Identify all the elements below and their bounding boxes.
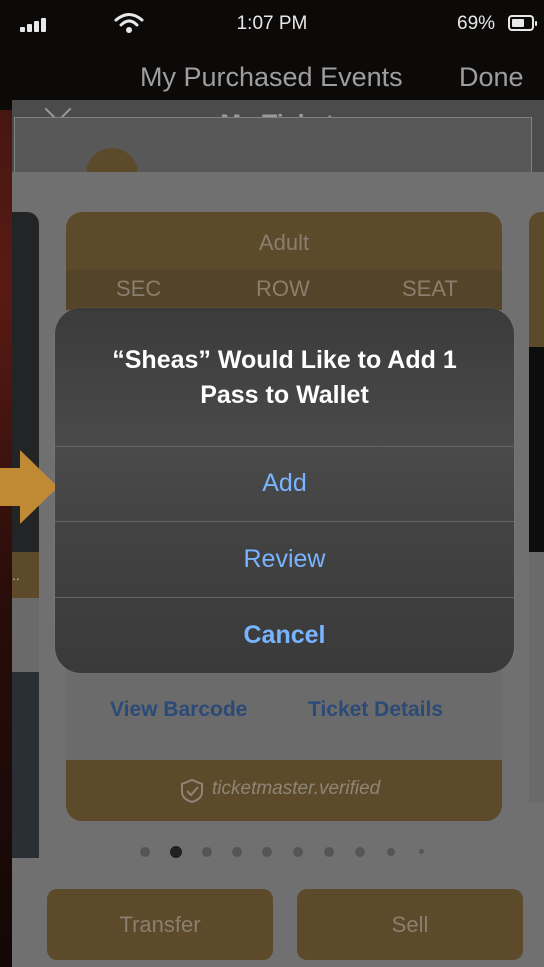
- nav-title: My Purchased Events: [140, 62, 403, 92]
- ticket-type: Adult: [258, 230, 310, 255]
- battery-icon: [508, 15, 537, 31]
- more-icon: ..: [12, 567, 20, 583]
- ticket-footer: ticketmaster.verified: [66, 760, 502, 821]
- cancel-button[interactable]: Cancel: [55, 597, 514, 673]
- ticket-details-link[interactable]: Ticket Details: [308, 698, 443, 722]
- add-to-wallet-alert: “Sheas” Would Like to Add 1 Pass to Wall…: [55, 308, 514, 673]
- battery-percent: 69%: [457, 13, 496, 34]
- sec-header: SEC: [116, 276, 162, 301]
- transfer-button[interactable]: Transfer: [47, 889, 273, 960]
- add-button[interactable]: Add: [55, 446, 514, 521]
- ticket-links: View Barcode Ticket Details: [66, 662, 502, 759]
- seat-header: SEAT: [402, 276, 458, 301]
- arrow-icon: [0, 450, 58, 524]
- sell-button[interactable]: Sell: [297, 889, 523, 960]
- ticketmaster-verified-label: ticketmaster.verified: [212, 778, 381, 799]
- done-button[interactable]: Done: [459, 62, 524, 93]
- ticket-header-row: SEC ROW SEAT: [66, 270, 502, 310]
- verified-check-icon: [181, 778, 203, 804]
- review-button[interactable]: Review: [55, 521, 514, 597]
- status-bar: 1:07 PM 69%: [0, 0, 544, 48]
- view-barcode-link[interactable]: View Barcode: [110, 698, 247, 722]
- alert-title: “Sheas” Would Like to Add 1 Pass to Wall…: [112, 346, 457, 409]
- next-ticket-card[interactable]: [529, 212, 544, 802]
- row-header: ROW: [256, 276, 310, 301]
